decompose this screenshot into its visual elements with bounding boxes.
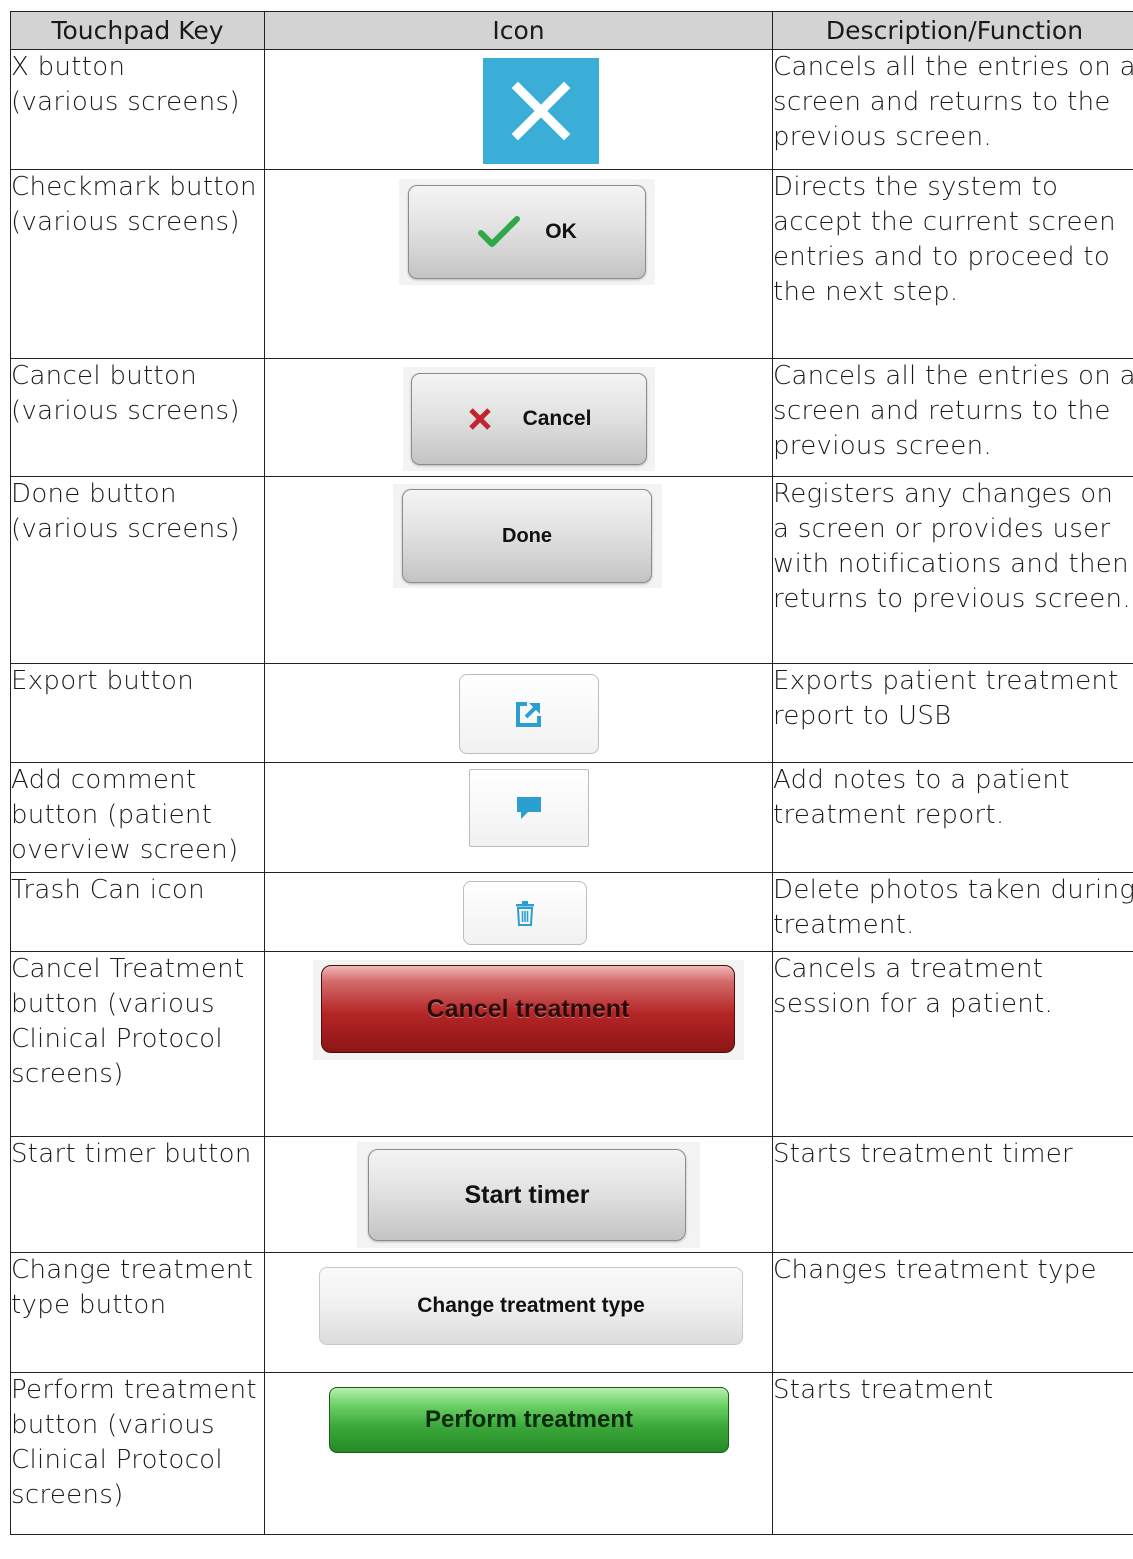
perform-treatment-button-icon: Perform treatment — [329, 1387, 729, 1453]
change-treatment-type-label: Change treatment type — [417, 1294, 645, 1317]
description-text: Cancels all the entries on a screen and … — [773, 361, 1133, 461]
table-row: Add comment button (patient overview scr… — [10, 762, 1133, 873]
trash-icon — [516, 901, 534, 926]
key-label: Cancel Treatment button (various Clinica… — [11, 954, 245, 1089]
table-row: Change treatment type button Change trea… — [10, 1252, 1133, 1373]
comment-icon — [517, 797, 541, 819]
perform-treatment-label: Perform treatment — [424, 1406, 634, 1433]
key-cell: Trash Can icon — [10, 872, 265, 952]
cancel-label: Cancel — [522, 407, 592, 430]
description-text: Delete photos taken during treatment. — [773, 875, 1133, 940]
key-label: Export button — [11, 666, 195, 696]
ok-button-icon: OK — [408, 185, 646, 279]
done-button-icon: Done — [402, 489, 652, 583]
description-text: Cancels all the entries on a screen and … — [773, 52, 1133, 152]
close-icon — [511, 81, 571, 141]
table-row: X button (various screens) Cancels all t… — [10, 49, 1133, 170]
key-label: X button (various screens) — [11, 52, 240, 117]
description-text: Directs the system to accept the current… — [773, 172, 1116, 307]
key-label: Add comment button (patient overview scr… — [11, 765, 239, 865]
key-cell: Cancel button (various screens) — [10, 358, 265, 477]
description-text: Changes treatment type — [773, 1255, 1097, 1285]
start-timer-button-icon: Start timer — [368, 1149, 686, 1241]
description-text: Registers any changes on a screen or pro… — [773, 479, 1131, 614]
cancel-treatment-button-icon: Cancel treatment — [321, 965, 735, 1053]
description-text: Exports patient treatment report to USB — [773, 666, 1119, 731]
key-cell: Change treatment type button — [10, 1252, 265, 1373]
icon-cell — [264, 663, 773, 763]
key-label: Cancel button (various screens) — [11, 361, 240, 426]
export-icon — [516, 702, 541, 727]
header-touchpad-key: Touchpad Key — [10, 11, 265, 50]
cancel-treatment-label: Cancel treatment — [426, 994, 630, 1023]
key-label: Perform treatment button (various Clinic… — [11, 1375, 257, 1510]
start-timer-label: Start timer — [464, 1180, 590, 1209]
trash-button-icon — [463, 881, 587, 945]
description-text: Starts treatment timer — [773, 1139, 1074, 1169]
description-cell: Directs the system to accept the current… — [772, 169, 1133, 359]
x-button-icon — [483, 58, 599, 164]
description-cell: Changes treatment type — [772, 1252, 1133, 1373]
table-row: Export button Exports patient treatment … — [10, 663, 1133, 763]
key-label: Done button (various screens) — [11, 479, 240, 544]
description-cell: Registers any changes on a screen or pro… — [772, 476, 1133, 664]
table-row: Cancel button (various screens) Cancel C… — [10, 358, 1133, 477]
icon-cell — [264, 762, 773, 873]
cancel-button-icon: Cancel — [411, 373, 647, 465]
table-row: Done button (various screens) Done Regis… — [10, 476, 1133, 664]
done-label: Done — [502, 524, 552, 547]
cancel-x-icon — [468, 408, 491, 430]
export-button-icon — [459, 674, 599, 754]
icon-cell: Change treatment type — [264, 1252, 773, 1373]
description-cell: Starts treatment — [772, 1372, 1133, 1535]
icon-cell — [264, 872, 773, 952]
table-row: Start timer button Start timer Starts tr… — [10, 1136, 1133, 1253]
key-cell: Export button — [10, 663, 265, 763]
icon-cell: Start timer — [264, 1136, 773, 1253]
key-cell: Done button (various screens) — [10, 476, 265, 664]
description-cell: Cancels all the entries on a screen and … — [772, 358, 1133, 477]
header-row: Touchpad Key Icon Description/Function — [10, 11, 1133, 50]
description-cell: Delete photos taken during treatment. — [772, 872, 1133, 952]
key-cell: Perform treatment button (various Clinic… — [10, 1372, 265, 1535]
table-row: Cancel Treatment button (various Clinica… — [10, 951, 1133, 1137]
key-label: Checkmark button (various screens) — [11, 172, 257, 237]
description-cell: Starts treatment timer — [772, 1136, 1133, 1253]
ok-label: OK — [545, 220, 577, 243]
icon-cell — [264, 49, 773, 170]
description-cell: Cancels all the entries on a screen and … — [772, 49, 1133, 170]
key-cell: Checkmark button (various screens) — [10, 169, 265, 359]
description-cell: Exports patient treatment report to USB — [772, 663, 1133, 763]
icon-cell: Done — [264, 476, 773, 664]
table-row: Perform treatment button (various Clinic… — [10, 1372, 1133, 1535]
icon-cell: OK — [264, 169, 773, 359]
touchpad-keys-table: Touchpad Key Icon Description/Function X… — [10, 11, 1133, 1535]
description-cell: Add notes to a patient treatment report. — [772, 762, 1133, 873]
icon-cell: Cancel — [264, 358, 773, 477]
table-row: Trash Can icon Delete photos taken durin… — [10, 872, 1133, 952]
key-cell: X button (various screens) — [10, 49, 265, 170]
description-text: Starts treatment — [773, 1375, 994, 1405]
key-cell: Cancel Treatment button (various Clinica… — [10, 951, 265, 1137]
header-icon: Icon — [264, 11, 773, 50]
key-label: Trash Can icon — [11, 875, 205, 905]
key-cell: Add comment button (patient overview scr… — [10, 762, 265, 873]
checkmark-icon — [478, 216, 521, 247]
change-treatment-type-button-icon: Change treatment type — [319, 1267, 743, 1345]
icon-cell: Perform treatment — [264, 1372, 773, 1535]
header-description: Description/Function — [772, 11, 1133, 50]
key-label: Start timer button — [11, 1139, 252, 1169]
add-comment-button-icon — [469, 769, 589, 847]
description-text: Cancels a treatment session for a patien… — [773, 954, 1054, 1019]
key-label: Change treatment type button — [11, 1255, 254, 1320]
description-cell: Cancels a treatment session for a patien… — [772, 951, 1133, 1137]
table-row: Checkmark button (various screens) OK Di… — [10, 169, 1133, 359]
icon-cell: Cancel treatment — [264, 951, 773, 1137]
description-text: Add notes to a patient treatment report. — [773, 765, 1070, 830]
key-cell: Start timer button — [10, 1136, 265, 1253]
